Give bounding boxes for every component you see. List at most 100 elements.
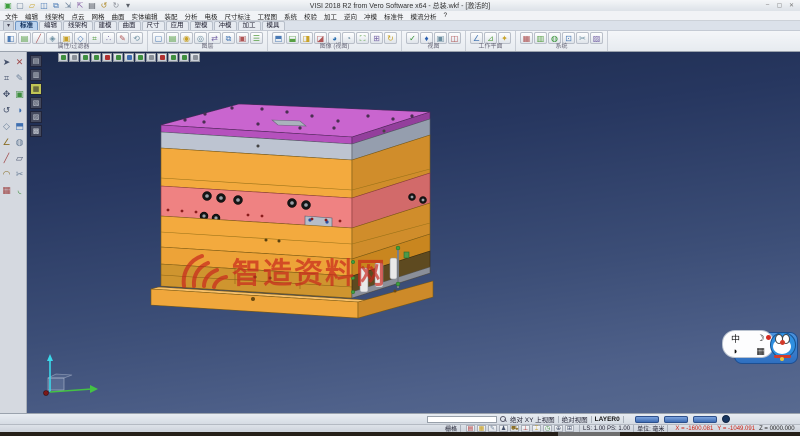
ime-keyboard-icon[interactable]: ▦	[756, 346, 765, 357]
view-rotate-icon[interactable]: ↻	[384, 32, 397, 44]
rotate-view-icon[interactable]: ↺	[1, 104, 13, 116]
system-monitor-icon[interactable]: ▥	[534, 32, 547, 44]
nav-zoom-button[interactable]	[664, 416, 688, 423]
check-green-icon[interactable]: ▣	[14, 88, 26, 100]
system-globe-icon[interactable]: ◍	[548, 32, 561, 44]
maximize-button[interactable]: ▢	[775, 2, 784, 9]
viewport-9-button[interactable]	[146, 53, 156, 62]
view-side-icon[interactable]: ◨	[300, 32, 313, 44]
stamp-tool-icon[interactable]: ▦	[1, 184, 13, 196]
menu-item-装配[interactable]: 装配	[165, 11, 178, 21]
modify-icon[interactable]: ✎	[14, 72, 26, 84]
fold-tool-icon[interactable]: ◟	[14, 184, 26, 196]
menu-item-网格[interactable]: 网格	[92, 11, 105, 21]
filter-wire-icon[interactable]: ⌗	[88, 32, 101, 44]
menu-item-实体编辑[interactable]: 实体编辑	[132, 11, 158, 21]
filter-reset-icon[interactable]: ⟲	[130, 32, 143, 44]
ribbon-tab-标准[interactable]: 标准	[15, 21, 38, 30]
plane-tool-icon[interactable]: ▱	[14, 152, 26, 164]
viewport-11-button[interactable]	[168, 53, 178, 62]
viewport-12-button[interactable]	[179, 53, 189, 62]
view-cube-icon[interactable]: ▣	[434, 32, 447, 44]
edit-pencil-icon[interactable]: ✎	[488, 425, 497, 432]
line-tool-icon[interactable]: ╱	[1, 152, 13, 164]
zoom-fit-icon[interactable]: ⛶	[356, 32, 369, 44]
mode-shaded-button[interactable]: ▦	[30, 83, 42, 95]
timer-icon[interactable]: ◷	[543, 425, 552, 432]
system-tools-icon[interactable]: ✂	[576, 32, 589, 44]
layer-on-icon[interactable]: ◉	[180, 32, 193, 44]
viewport-13-button[interactable]	[190, 53, 200, 62]
layer-list-icon[interactable]: ▤	[166, 32, 179, 44]
ribbon-tab-线架构[interactable]: 线架构	[63, 21, 93, 30]
menu-item-分析[interactable]: 分析	[185, 11, 198, 21]
tab-overflow-dropdown[interactable]: ▾	[3, 21, 14, 30]
viewport-3-button[interactable]	[80, 53, 90, 62]
ribbon-tab-模具[interactable]: 模具	[262, 21, 285, 30]
layer-move-icon[interactable]: ⇄	[208, 32, 221, 44]
nav-pan-button[interactable]	[635, 416, 659, 423]
menu-item-曲面[interactable]: 曲面	[112, 11, 125, 21]
datum-icon[interactable]: ⊥	[521, 425, 530, 432]
history-icon[interactable]: ▤	[466, 425, 475, 432]
view-check-icon[interactable]: ✓	[406, 32, 419, 44]
palette-icon[interactable]: ▦	[477, 425, 486, 432]
layer-lock-icon[interactable]: ▣	[236, 32, 249, 44]
view-mode-label[interactable]: 绝对 XY 上视图	[510, 414, 555, 424]
magnifier-icon[interactable]	[500, 416, 507, 423]
viewport-2-button[interactable]	[69, 53, 79, 62]
wireframe-mode-icon[interactable]: ◇	[1, 120, 13, 132]
zoom-window-icon[interactable]: ⌗	[1, 72, 13, 84]
layer-copy-icon[interactable]: ⧉	[222, 32, 235, 44]
import-file-icon[interactable]: ⇲	[63, 1, 73, 10]
active-layer-indicator[interactable]: LAYER0	[595, 416, 620, 423]
save-file-icon[interactable]: ◫	[39, 1, 49, 10]
view-shaded-icon[interactable]: ◕	[328, 32, 341, 44]
system-window-icon[interactable]: ⊡	[562, 32, 575, 44]
sphere-tool-icon[interactable]: ◍	[14, 136, 26, 148]
ime-moon-icon[interactable]: ☽	[756, 333, 764, 344]
ime-fullhalf-icon[interactable]: ◗	[733, 346, 738, 356]
view-shield-icon[interactable]: ♦	[420, 32, 433, 44]
attribute-line-icon[interactable]: ╱	[32, 32, 45, 44]
new-file-icon[interactable]: ▢	[15, 1, 25, 10]
filter-text-icon[interactable]: ✎	[116, 32, 129, 44]
nav-rotate-button[interactable]	[693, 416, 717, 423]
ime-status-pill[interactable]: 中 ☽ ◗ ▦	[722, 330, 774, 358]
menu-item-电极[interactable]: 电极	[205, 11, 218, 21]
arc-tool-icon[interactable]: ◠	[1, 168, 13, 180]
workplane-reset-icon[interactable]: ✦	[498, 32, 511, 44]
zoom-window-icon[interactable]: ⊞	[370, 32, 383, 44]
menu-item-工程图[interactable]: 工程图	[258, 11, 278, 21]
menu-item-编辑[interactable]: 编辑	[25, 11, 38, 21]
view-front-icon[interactable]: ⬓	[286, 32, 299, 44]
menu-item-冲模[interactable]: 冲模	[364, 11, 377, 21]
filter-surface-icon[interactable]: ◇	[74, 32, 87, 44]
menu-item-文件[interactable]: 文件	[5, 11, 18, 21]
grid-cross-icon[interactable]: ⊞	[565, 425, 574, 432]
system-colors-icon[interactable]: ▦	[520, 32, 533, 44]
view-top-icon[interactable]: ⬒	[272, 32, 285, 44]
close-button[interactable]: ✕	[787, 2, 796, 9]
ribbon-tab-编辑[interactable]: 编辑	[39, 21, 62, 30]
menu-item-标准件[interactable]: 标准件	[384, 11, 404, 21]
measure-icon[interactable]: ∠	[1, 136, 13, 148]
print-icon[interactable]: ▤	[87, 1, 97, 10]
menu-item-系统[interactable]: 系统	[284, 11, 297, 21]
viewport-6-button[interactable]	[113, 53, 123, 62]
minimize-button[interactable]: –	[763, 2, 772, 9]
mode-analyze-button[interactable]: ▩	[30, 125, 42, 137]
visi-logo-icon[interactable]: ▣	[3, 1, 13, 10]
select-icon[interactable]: ➤	[1, 56, 13, 68]
attribute-layer-icon[interactable]: ▤	[18, 32, 31, 44]
mode-section-button[interactable]: ▨	[30, 111, 42, 123]
absolute-view-label[interactable]: 绝对视图	[562, 414, 588, 424]
menu-item-?[interactable]: ?	[444, 12, 448, 19]
system-info-icon[interactable]: ▨	[590, 32, 603, 44]
mode-hidden-button[interactable]: ▥	[30, 69, 42, 81]
filter-point-icon[interactable]: ∴	[102, 32, 115, 44]
ribbon-tab-加工[interactable]: 加工	[238, 21, 261, 30]
command-input[interactable]	[427, 416, 497, 423]
menu-item-线架构[interactable]: 线架构	[45, 11, 65, 21]
pan-view-icon[interactable]: ✥	[1, 88, 13, 100]
